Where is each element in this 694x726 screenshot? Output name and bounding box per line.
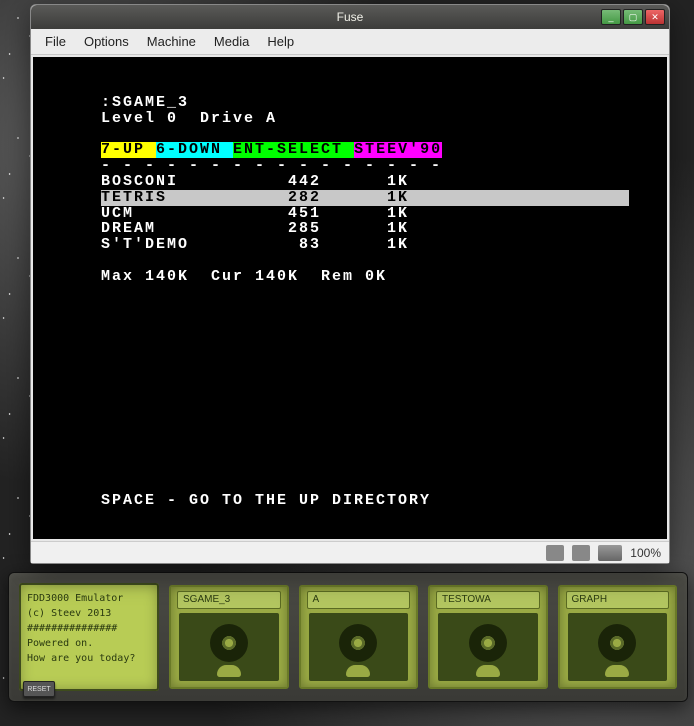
drive-icon [572,545,590,561]
lcd-line: ############### [27,621,151,636]
divider: - - - - - - - - - - - - - - - - [33,158,667,174]
floppy-icon [568,613,668,681]
menu-file[interactable]: File [37,32,74,51]
maximize-button[interactable]: ▢ [623,9,643,25]
drive-slot-0[interactable]: SGAME_3 [169,585,289,689]
floppy-icon [438,613,538,681]
file-row[interactable]: TETRIS 282 1K [101,190,629,206]
window-title: Fuse [31,10,669,24]
file-row[interactable]: BOSCONI 442 1K [101,174,629,190]
emulator-screen[interactable]: :SGAME_3 Level 0 Drive A 7-UP 6-DOWN ENT… [33,57,667,539]
drive-slot-1[interactable]: A [299,585,419,689]
statusbar: 100% [31,541,669,563]
key-banner: 7-UP 6-DOWN ENT-SELECT STEEV'90 [101,142,597,158]
drive-bay: SGAME_3 A TESTOWA GRAPH [169,585,677,689]
fdd-lcd: FDD3000 Emulator (c) Steev 2013 ########… [19,583,159,691]
drive-label: SGAME_3 [177,591,281,609]
capacity-line: Max 140K Cur 140K Rem 0K [33,269,667,285]
menu-machine[interactable]: Machine [139,32,204,51]
lcd-line: FDD3000 Emulator [27,591,151,606]
drive-slot-2[interactable]: TESTOWA [428,585,548,689]
banner-down: 6-DOWN [156,142,233,158]
menubar: File Options Machine Media Help [31,29,669,55]
lcd-line: (c) Steev 2013 [27,606,151,621]
banner-select: ENT-SELECT [233,142,354,158]
lcd-line: Powered on. [27,636,151,651]
level-line: Level 0 Drive A [33,111,667,127]
menu-help[interactable]: Help [259,32,302,51]
fuse-window: Fuse _ ▢ ✕ File Options Machine Media He… [30,4,670,564]
drive-label: GRAPH [566,591,670,609]
minimize-button[interactable]: _ [601,9,621,25]
mouse-icon [546,545,564,561]
fdd-panel: FDD3000 Emulator (c) Steev 2013 ########… [8,572,688,702]
file-row[interactable]: S'T'DEMO 83 1K [101,237,629,253]
banner-up: 7-UP [101,142,156,158]
prompt-line: :SGAME_3 [33,95,667,111]
file-row[interactable]: UCM 451 1K [101,206,629,222]
lcd-line: How are you today? [27,651,151,666]
banner-author: STEEV'90 [354,142,442,158]
close-button[interactable]: ✕ [645,9,665,25]
space-hint: SPACE - GO TO THE UP DIRECTORY [33,493,667,509]
floppy-icon [179,613,279,681]
titlebar[interactable]: Fuse _ ▢ ✕ [31,5,669,29]
zoom-level: 100% [630,546,661,560]
menu-media[interactable]: Media [206,32,257,51]
reset-button[interactable]: RESET [23,681,55,697]
floppy-icon [309,613,409,681]
drive-label: A [307,591,411,609]
drive-label: TESTOWA [436,591,540,609]
cassette-icon [598,545,622,561]
file-list: BOSCONI 442 1KTETRIS 282 1KUCM 451 1KDRE… [33,174,667,253]
menu-options[interactable]: Options [76,32,137,51]
drive-slot-3[interactable]: GRAPH [558,585,678,689]
file-row[interactable]: DREAM 285 1K [101,221,629,237]
